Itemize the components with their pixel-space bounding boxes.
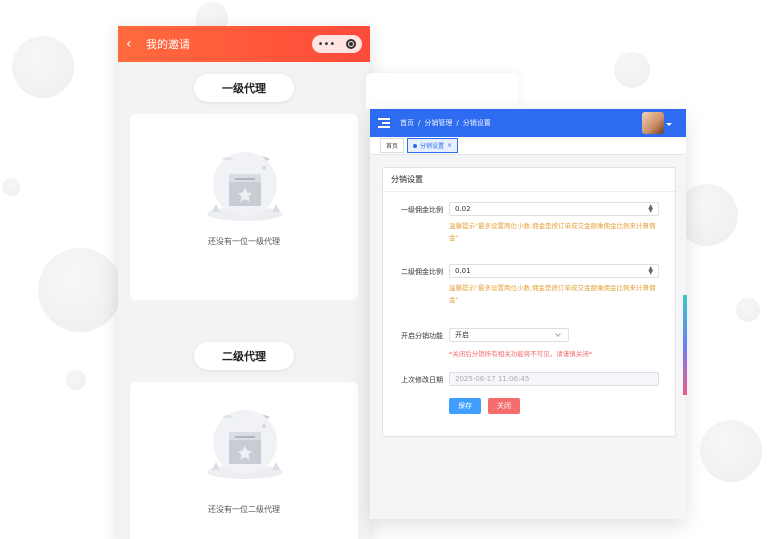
level2-empty-text: 还没有一位二级代理	[208, 505, 280, 514]
menu-toggle-icon[interactable]	[378, 118, 390, 128]
tab-distribution-settings[interactable]: 分销设置 ×	[407, 138, 459, 153]
active-dot-icon	[413, 143, 418, 148]
more-icon[interactable]: •••	[318, 39, 336, 50]
level1-ratio-hint: 温馨提示"最多设置两位小数,佣金是按订单成交金额乘佣金比例来计算佣金"	[449, 222, 656, 242]
tab-distribution-label: 分销设置	[420, 143, 445, 150]
tab-home-label: 首页	[386, 143, 399, 150]
level1-empty-text: 还没有一位一级代理	[208, 237, 280, 246]
breadcrumb-distribution[interactable]: 分销管理	[424, 118, 452, 128]
level2-ratio-input[interactable]: 0.01 ▲ ▼	[449, 264, 659, 278]
breadcrumb-home[interactable]: 首页	[400, 118, 414, 128]
last-modified-label: 上次修改日期	[401, 376, 443, 384]
tab-home[interactable]: 首页	[380, 138, 405, 153]
caret-down-icon[interactable]	[666, 123, 672, 126]
bg-bubble	[736, 298, 760, 322]
level1-ratio-label: 一级佣金比例	[401, 206, 443, 214]
tab-bar: 首页 分销设置 ×	[370, 137, 686, 155]
enable-distribution-label: 开启分销功能	[401, 332, 443, 340]
bg-bubble	[38, 248, 122, 332]
mobile-header: ‹ 我的邀请 •••	[118, 26, 370, 62]
mobile-title: 我的邀请	[146, 38, 190, 51]
number-stepper-icon[interactable]: ▲ ▼	[648, 204, 653, 214]
level1-ratio-input[interactable]: 0.02 ▲ ▼	[449, 202, 659, 216]
bg-bubble	[614, 52, 650, 88]
level2-empty-card: 还没有一位二级代理	[130, 382, 358, 539]
enable-distribution-select[interactable]: 开启	[449, 328, 569, 342]
level2-ratio-hint: 温馨提示"最多设置两位小数,佣金是按订单成交金额乘佣金比例来计算佣金"	[449, 284, 656, 304]
empty-box-icon	[207, 410, 283, 479]
enable-distribution-warning: *关闭后分销所有相关功能将不可见，请谨慎关闭*	[449, 350, 592, 358]
mobile-invite-screen: ‹ 我的邀请 ••• 一级代理 还没有一位一级代理 二级代理 还没有一位二级代理	[118, 26, 370, 539]
level2-ratio-label: 二级佣金比例	[401, 268, 443, 276]
breadcrumb-current: 分销设置	[462, 119, 491, 127]
level1-empty-card: 还没有一位一级代理	[130, 114, 358, 300]
admin-distribution-settings: 首页 / 分销管理 / 分销设置 首页 分销设置 × 分销设置 一级佣金比例 0…	[370, 109, 686, 519]
user-avatar[interactable]	[642, 112, 664, 134]
stage: ‹ 我的邀请 ••• 一级代理 还没有一位一级代理 二级代理 还没有一位二级代理…	[0, 0, 774, 539]
chevron-down-icon	[555, 331, 561, 337]
bg-bubble	[66, 370, 86, 390]
breadcrumb-sep: /	[456, 119, 459, 127]
bg-bubble	[12, 36, 74, 98]
level2-ratio-value: 0.01	[455, 267, 471, 275]
bg-bubble	[2, 178, 20, 196]
mini-program-capsule[interactable]: •••	[312, 35, 362, 53]
chevron-left-icon[interactable]: ‹	[126, 36, 142, 52]
level1-title: 一级代理	[194, 74, 294, 102]
bg-bubble	[700, 420, 762, 482]
last-modified-input: 2025-06-17 11:06:45	[449, 372, 659, 386]
empty-box-icon	[207, 152, 283, 221]
close-icon[interactable]: ×	[447, 142, 452, 149]
close-button[interactable]: 关闭	[488, 398, 520, 414]
form-title: 分销设置	[383, 168, 675, 192]
settings-form-card: 分销设置 一级佣金比例 0.02 ▲ ▼ 温馨提示"最多设置两位小数,佣金是按订单…	[382, 167, 676, 437]
level1-ratio-value: 0.02	[455, 205, 471, 213]
background-card	[366, 73, 518, 109]
admin-header: 首页 / 分销管理 / 分销设置	[370, 109, 686, 137]
save-button[interactable]: 保存	[449, 398, 481, 414]
breadcrumb-sep: /	[418, 119, 421, 127]
breadcrumb: 首页 / 分销管理 / 分销设置	[400, 118, 491, 128]
number-stepper-icon[interactable]: ▲ ▼	[648, 266, 653, 276]
close-target-icon[interactable]	[346, 39, 357, 49]
last-modified-value: 2025-06-17 11:06:45	[455, 375, 530, 383]
decorative-gradient-strip	[683, 295, 687, 395]
level2-title: 二级代理	[194, 342, 294, 370]
enable-distribution-value: 开启	[455, 331, 469, 339]
